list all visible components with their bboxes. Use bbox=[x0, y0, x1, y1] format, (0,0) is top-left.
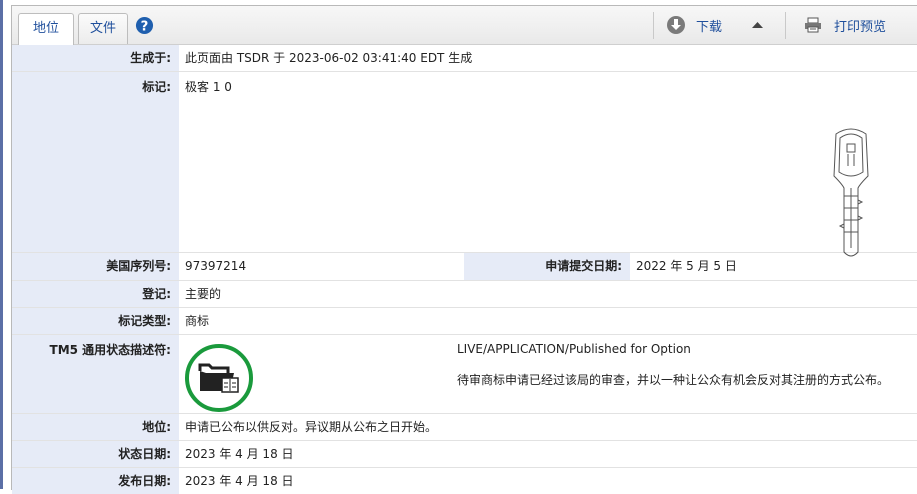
row-mark-type: 标记类型: 商标 bbox=[12, 308, 917, 335]
window-left-edge bbox=[0, 0, 3, 489]
open-folder-status-icon bbox=[185, 344, 253, 412]
status-panel: 地位 文件 ? 下载 打印预览 生成于: 此页面由 TSDR 于 2023-06… bbox=[11, 5, 917, 494]
row-serial-number: 美国序列号: 97397214 申请提交日期: 2022 年 5 月 5 日 bbox=[12, 253, 917, 281]
tab-documents[interactable]: 文件 bbox=[78, 13, 128, 44]
status-label: 地位: bbox=[12, 414, 179, 440]
tm5-status-description: 待审商标申请已经过该局的审查，并以一种让公众有机会反对其注册的方式公布。 bbox=[457, 373, 890, 387]
printer-icon bbox=[805, 17, 821, 33]
publication-date-label: 发布日期: bbox=[12, 468, 179, 494]
mark-label: 标记: bbox=[12, 72, 179, 252]
register-label: 登记: bbox=[12, 281, 179, 307]
print-preview-label: 打印预览 bbox=[834, 19, 887, 35]
row-publication-date: 发布日期: 2023 年 4 月 18 日 bbox=[12, 468, 917, 494]
serial-number-value: 97397214 bbox=[185, 259, 247, 273]
row-status: 地位: 申请已公布以供反对。异议期从公布之日开始。 bbox=[12, 414, 917, 441]
mark-drawing-key-image bbox=[833, 128, 869, 257]
serial-number-label: 美国序列号: bbox=[12, 253, 179, 280]
generated-on-label: 生成于: bbox=[12, 45, 179, 71]
print-preview-button[interactable]: 打印预览 bbox=[804, 14, 886, 36]
publication-date-value: 2023 年 4 月 18 日 bbox=[185, 474, 294, 488]
row-status-date: 状态日期: 2023 年 4 月 18 日 bbox=[12, 441, 917, 468]
toolbar: 地位 文件 ? 下载 打印预览 bbox=[12, 6, 917, 45]
mark-type-value: 商标 bbox=[185, 314, 210, 328]
toolbar-separator bbox=[653, 12, 654, 39]
row-mark: 标记: 极客 1 0 bbox=[12, 72, 917, 257]
tm5-status-code: LIVE/APPLICATION/Published for Option bbox=[457, 342, 691, 356]
row-register: 登记: 主要的 bbox=[12, 281, 917, 308]
mark-value: 极客 1 0 bbox=[185, 80, 232, 94]
tm5-descriptor-label: TM5 通用状态描述符: bbox=[12, 335, 179, 413]
caret-up-icon[interactable] bbox=[752, 21, 763, 29]
row-generated-on: 生成于: 此页面由 TSDR 于 2023-06-02 03:41:40 EDT… bbox=[12, 45, 917, 72]
svg-text:?: ? bbox=[141, 19, 149, 34]
filing-date-value: 2022 年 5 月 5 日 bbox=[636, 259, 737, 273]
mark-type-label: 标记类型: bbox=[12, 308, 179, 334]
row-tm5-descriptor: TM5 通用状态描述符: LIVE/APPLICATION/Published … bbox=[12, 335, 917, 414]
generated-on-value: 此页面由 TSDR 于 2023-06-02 03:41:40 EDT 生成 bbox=[185, 51, 473, 65]
filing-date-label: 申请提交日期: bbox=[464, 253, 630, 280]
status-date-value: 2023 年 4 月 18 日 bbox=[185, 447, 294, 461]
toolbar-separator bbox=[785, 12, 786, 39]
status-date-label: 状态日期: bbox=[12, 441, 179, 467]
download-label: 下载 bbox=[696, 19, 723, 35]
tab-status[interactable]: 地位 bbox=[18, 13, 74, 45]
question-circle-icon[interactable]: ? bbox=[135, 16, 154, 35]
download-arrow-icon bbox=[667, 16, 685, 34]
register-value: 主要的 bbox=[185, 287, 222, 301]
download-button[interactable]: 下载 bbox=[666, 14, 722, 36]
status-value: 申请已公布以供反对。异议期从公布之日开始。 bbox=[185, 420, 438, 434]
